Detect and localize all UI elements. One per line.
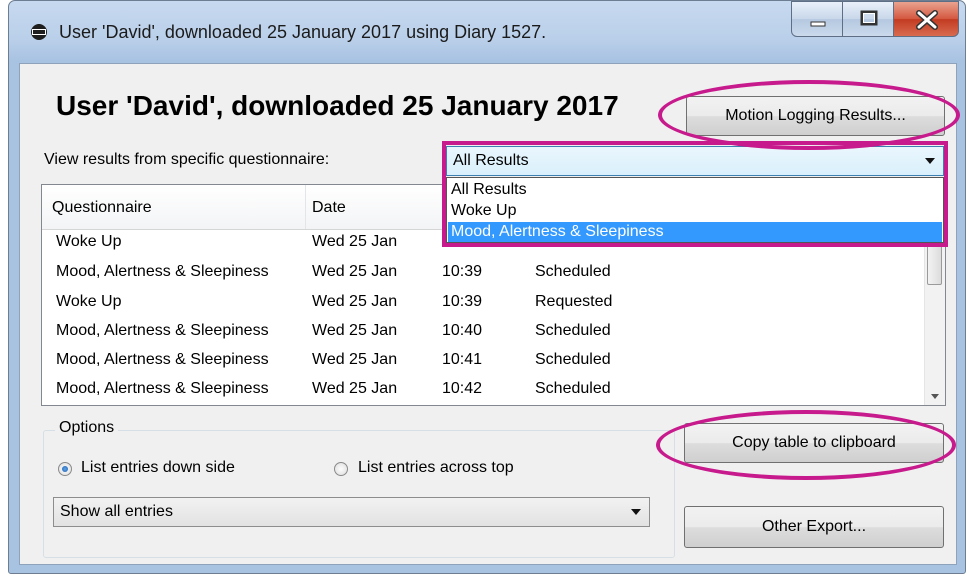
annotation-circle-motion-logging — [658, 80, 960, 150]
row-time: 10:42 — [442, 380, 483, 397]
row-questionnaire: Mood, Alertness & Sleepiness — [56, 322, 269, 339]
app-icon — [31, 24, 47, 40]
show-entries-select[interactable]: Show all entries — [53, 497, 650, 527]
row-date: Wed 25 Jan — [312, 322, 398, 339]
row-questionnaire: Mood, Alertness & Sleepiness — [56, 263, 269, 280]
row-date: Wed 25 Jan — [312, 351, 398, 368]
row-type: Scheduled — [535, 380, 611, 397]
row-time: 10:39 — [442, 293, 483, 310]
row-date: Wed 25 Jan — [312, 263, 398, 280]
radio-list-down-side-label[interactable]: List entries down side — [81, 459, 235, 477]
radio-list-down-side[interactable] — [58, 462, 72, 476]
other-export-button[interactable]: Other Export... — [684, 506, 944, 548]
maximize-icon — [860, 10, 878, 26]
close-icon — [916, 10, 938, 30]
row-date: Wed 25 Jan — [312, 233, 398, 250]
minimize-icon — [810, 21, 826, 27]
row-questionnaire: Mood, Alertness & Sleepiness — [56, 351, 269, 368]
row-time: 10:41 — [442, 351, 483, 368]
row-date: Wed 25 Jan — [312, 380, 398, 397]
maximize-button[interactable] — [842, 1, 894, 37]
title-bar[interactable]: User 'David', downloaded 25 January 2017… — [9, 1, 965, 69]
window-title: User 'David', downloaded 25 January 2017… — [59, 22, 547, 42]
chevron-down-icon — [631, 509, 641, 515]
close-button[interactable] — [893, 1, 959, 37]
radio-list-across-top[interactable] — [334, 462, 348, 476]
row-questionnaire: Woke Up — [56, 293, 122, 310]
row-time: 10:40 — [442, 322, 483, 339]
column-header-date[interactable]: Date — [312, 199, 346, 217]
table-scrollbar[interactable] — [924, 229, 945, 405]
questionnaire-filter-label: View results from specific questionnaire… — [44, 151, 330, 168]
options-group-title: Options — [55, 419, 119, 437]
page-heading: User 'David', downloaded 25 January 2017 — [56, 90, 619, 121]
annotation-box-dropdown — [442, 141, 948, 247]
radio-list-across-top-label[interactable]: List entries across top — [358, 459, 514, 477]
annotation-circle-copy-table — [656, 410, 956, 480]
row-type: Scheduled — [535, 263, 611, 280]
row-type: Requested — [535, 293, 613, 310]
row-questionnaire: Mood, Alertness & Sleepiness — [56, 380, 269, 397]
show-entries-select-value: Show all entries — [60, 503, 173, 520]
options-group — [43, 430, 675, 558]
minimize-button[interactable] — [791, 1, 843, 37]
column-divider[interactable] — [305, 185, 306, 229]
row-questionnaire: Woke Up — [56, 233, 122, 250]
column-header-questionnaire[interactable]: Questionnaire — [52, 199, 152, 217]
row-date: Wed 25 Jan — [312, 293, 398, 310]
row-time: 10:39 — [442, 263, 483, 280]
scroll-down-icon[interactable] — [931, 394, 939, 399]
row-type: Scheduled — [535, 351, 611, 368]
row-type: Scheduled — [535, 322, 611, 339]
